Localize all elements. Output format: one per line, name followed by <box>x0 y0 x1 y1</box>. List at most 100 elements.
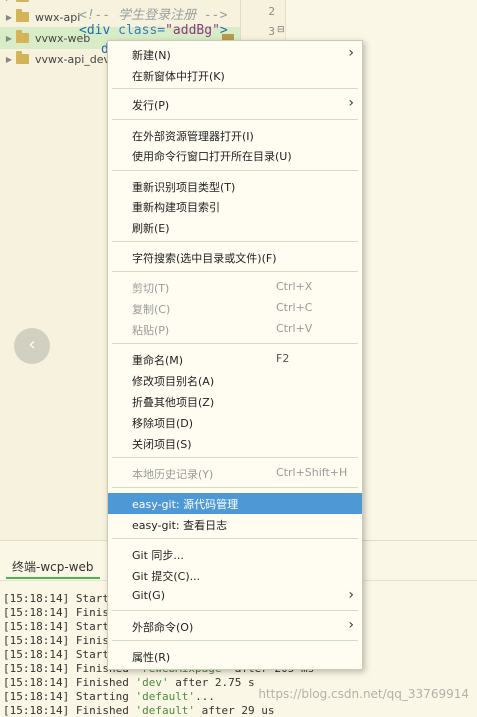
code-line: <!-- 学生登录注册 --> <box>79 4 227 23</box>
menu-item-publish[interactable]: 发行(P) › <box>108 94 362 115</box>
log-text: ... <box>195 690 215 703</box>
menu-item-label: 粘贴(P) <box>132 324 170 337</box>
menu-item-paste[interactable]: 粘贴(P) Ctrl+V <box>108 319 362 340</box>
menu-item-git[interactable]: Git(G) › <box>108 586 362 607</box>
menu-item-refresh[interactable]: 刷新(E) <box>108 217 362 238</box>
log-line: [15:18:14] Finishe <box>3 634 122 647</box>
log-line: [15:18:14] Startin <box>3 620 122 633</box>
menu-item-char-search[interactable]: 字符搜索(选中目录或文件)(F) <box>108 247 362 268</box>
menu-separator <box>112 538 358 539</box>
menu-item-label: 字符搜索(选中目录或文件)(F) <box>132 252 277 265</box>
menu-item-label: 外部命令(O) <box>132 621 194 634</box>
log-text: 'default' <box>135 704 196 717</box>
log-line: [15:18:14] Finished 'default' after 29 u… <box>3 704 275 717</box>
menu-item-label: 在新窗体中打开(K) <box>132 70 225 83</box>
menu-item-cut[interactable]: 剪切(T) Ctrl+X <box>108 277 362 298</box>
menu-item-reidentify-type[interactable]: 重新识别项目类型(T) <box>108 176 362 197</box>
menu-separator <box>112 640 358 641</box>
menu-separator <box>112 343 358 344</box>
folder-icon <box>16 0 29 2</box>
menu-item-label: 修改项目别名(A) <box>132 375 215 388</box>
menu-item-edit-alias[interactable]: 修改项目别名(A) <box>108 370 362 391</box>
menu-item-label: Git 同步... <box>132 549 184 562</box>
menu-item-git-commit[interactable]: Git 提交(C)... <box>108 565 362 586</box>
log-text: 'default' <box>135 690 196 703</box>
log-line: [15:18:14] Starting 'default'... <box>3 690 215 703</box>
menu-item-rebuild-index[interactable]: 重新构建项目索引 <box>108 196 362 217</box>
menu-separator <box>112 170 358 171</box>
log-text: after 29 us <box>195 704 275 717</box>
tab-terminal[interactable]: 终端-wcp-web <box>6 557 100 579</box>
log-line: [15:18:14] Startin <box>3 648 122 661</box>
back-button[interactable]: ‹ <box>14 328 50 364</box>
tree-item-label: wwx-api <box>35 10 81 24</box>
menu-item-open-cmd[interactable]: 使用命令行窗口打开所在目录(U) <box>108 145 362 166</box>
chevron-right-icon[interactable]: ▶ <box>2 55 16 64</box>
menu-item-label: 使用命令行窗口打开所在目录(U) <box>132 150 292 163</box>
menu-separator <box>112 487 358 488</box>
menu-item-label: Git(G) <box>132 589 165 602</box>
menu-separator <box>112 88 358 89</box>
code-line: <div class="addBg"> <box>79 23 228 38</box>
code-token: class= <box>118 23 166 38</box>
menu-separator <box>112 271 358 272</box>
menu-item-collapse-others[interactable]: 折叠其他项目(Z) <box>108 391 362 412</box>
menu-item-label: 本地历史记录(Y) <box>132 468 214 481</box>
folder-icon <box>16 30 29 43</box>
menu-item-label: 在外部资源管理器打开(I) <box>132 130 254 143</box>
chevron-right-icon: › <box>348 587 354 603</box>
log-line: [15:18:14] Finished 'dev' after 2.75 s <box>3 676 255 689</box>
chevron-right-icon: › <box>348 95 354 111</box>
log-text: [15:18:14] Finishe <box>3 634 123 647</box>
menu-item-label: 发行(P) <box>132 99 170 112</box>
menu-item-easy-git-scm[interactable]: easy-git: 源代码管理 <box>108 493 362 514</box>
line-number: 3 <box>268 25 275 38</box>
menu-item-open-explorer[interactable]: 在外部资源管理器打开(I) <box>108 125 362 146</box>
chevron-right-icon[interactable]: ▶ <box>2 13 16 22</box>
menu-item-label: Git 提交(C)... <box>132 570 201 583</box>
menu-item-label: easy-git: 源代码管理 <box>132 498 239 511</box>
fold-icon[interactable]: ⊟ <box>277 25 285 35</box>
log-text: after 2.75 s <box>168 676 255 689</box>
menu-item-shortcut: Ctrl+V <box>276 322 313 335</box>
menu-item-label: 重命名(M) <box>132 354 184 367</box>
log-line: [15:18:14] Startin <box>3 592 122 605</box>
folder-icon <box>16 51 29 64</box>
menu-item-remove-project[interactable]: 移除项目(D) <box>108 412 362 433</box>
log-text: [15:18:14] Starting <box>3 690 136 703</box>
menu-item-label: 关闭项目(S) <box>132 438 192 451</box>
code-token: > <box>219 23 228 38</box>
menu-item-close-project[interactable]: 关闭项目(S) <box>108 433 362 454</box>
log-text: 'dev' <box>135 676 169 689</box>
code-token: "addBg" <box>165 23 220 38</box>
line-number: 2 <box>268 5 275 18</box>
chevron-right-icon[interactable]: ▶ <box>2 0 16 2</box>
log-text: [15:18:14] Finishe <box>3 606 123 619</box>
chevron-right-icon: › <box>348 617 354 633</box>
log-text: [15:18:14] Startin <box>3 592 123 605</box>
menu-item-label: 属性(R) <box>132 651 171 664</box>
watermark: https://blog.csdn.net/qq_33769914 <box>258 687 469 701</box>
menu-item-copy[interactable]: 复制(C) Ctrl+C <box>108 298 362 319</box>
menu-item-git-sync[interactable]: Git 同步... <box>108 544 362 565</box>
menu-item-new[interactable]: 新建(N) › <box>108 44 362 65</box>
menu-item-shortcut: Ctrl+Shift+H <box>276 466 348 479</box>
tree-item-label: vvwx-api_dev <box>35 52 111 66</box>
menu-separator <box>112 610 358 611</box>
context-menu: 新建(N) › 在新窗体中打开(K) 发行(P) › 在外部资源管理器打开(I) 使用命令行… <box>107 40 363 670</box>
chevron-right-icon[interactable]: ▶ <box>2 34 16 43</box>
menu-item-open-new-window[interactable]: 在新窗体中打开(K) <box>108 65 362 86</box>
menu-separator <box>112 119 358 120</box>
code-token: <div <box>79 23 119 38</box>
menu-item-easy-git-log[interactable]: easy-git: 查看日志 <box>108 514 362 535</box>
menu-item-label: 重新识别项目类型(T) <box>132 181 236 194</box>
log-text: [15:18:14] Startin <box>3 648 123 661</box>
menu-item-rename[interactable]: 重命名(M) F2 <box>108 349 362 370</box>
menu-item-label: 折叠其他项目(Z) <box>132 396 215 409</box>
log-text: [15:18:14] Startin <box>3 620 123 633</box>
menu-item-label: 复制(C) <box>132 303 171 316</box>
menu-item-external-command[interactable]: 外部命令(O) › <box>108 616 362 637</box>
log-line: [15:18:14] Finishe <box>3 606 122 619</box>
menu-item-local-history[interactable]: 本地历史记录(Y) Ctrl+Shift+H <box>108 463 362 484</box>
menu-item-properties[interactable]: 属性(R) <box>108 646 362 667</box>
